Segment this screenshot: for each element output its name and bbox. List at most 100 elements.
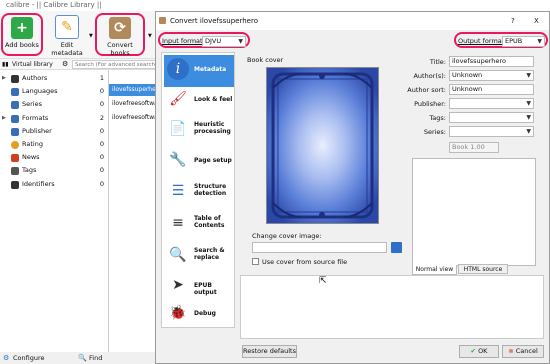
chevron-down-icon: ▼	[526, 100, 531, 107]
browse-cover-icon[interactable]	[391, 242, 402, 253]
brush-icon: 🖌	[169, 91, 187, 107]
input-format-value: DJVU	[205, 37, 222, 45]
chevron-down-icon: ▼	[526, 128, 531, 135]
add-books-button[interactable]: + Add books	[1, 13, 43, 56]
publisher-icon	[11, 128, 19, 136]
tag-item-news[interactable]: News 0	[0, 151, 108, 164]
tag-count: 0	[99, 127, 104, 135]
series-index-input[interactable]: Book 1.00	[449, 142, 499, 153]
convert-books-button[interactable]: ⟳ Convert books	[95, 13, 145, 57]
help-button[interactable]: ?	[511, 12, 515, 30]
tag-item-identifiers[interactable]: Identifiers 0	[0, 178, 108, 191]
use-cover-source-label: Use cover from source file	[262, 258, 348, 266]
edit-metadata-button[interactable]: ✎ Edit metadata	[46, 13, 88, 57]
edit-metadata-label: Edit metadata	[51, 41, 83, 57]
checkmark-icon: ✔	[470, 347, 476, 355]
authors-label: Author(s):	[413, 72, 446, 80]
nav-label: EPUB output	[194, 282, 217, 296]
search-options-icon[interactable]: ⚙	[62, 60, 68, 68]
tag-browser: ▶ Authors 1 Languages 0 Series 0 ▶ Forma…	[0, 70, 108, 352]
tab-html-source[interactable]: HTML source	[458, 264, 508, 274]
cancel-button[interactable]: ⊗ Cancel	[502, 345, 544, 358]
news-icon	[11, 154, 19, 162]
tag-item-authors[interactable]: ▶ Authors 1	[0, 72, 108, 85]
add-books-icon: +	[11, 17, 33, 39]
nav-item-heuristic[interactable]: 📄 Heuristic processing	[164, 115, 234, 147]
use-cover-source-checkbox[interactable]	[252, 258, 259, 265]
output-format-select[interactable]: EPUB ▼	[502, 36, 545, 47]
virtual-library-button[interactable]: Virtual library	[12, 61, 53, 68]
chevron-down-icon: ▼	[526, 72, 531, 79]
tag-count: 0	[99, 166, 104, 174]
tag-label: Identifiers	[22, 180, 55, 188]
tag-label: Series	[22, 100, 42, 108]
virtual-library-icon: ▮▮	[2, 61, 9, 68]
rating-icon	[11, 141, 19, 149]
tags-label: Tags:	[429, 114, 446, 122]
tag-count: 0	[99, 153, 104, 161]
series-label: Series:	[423, 128, 446, 136]
input-format-select[interactable]: DJVU ▼	[202, 36, 246, 47]
mouse-cursor-icon: ⇱	[319, 276, 327, 286]
title-label: Title:	[429, 58, 446, 66]
calibre-app-icon	[159, 17, 166, 24]
convert-dropdown-icon[interactable]: ▼	[148, 33, 152, 39]
configure-button[interactable]: Configure	[13, 352, 45, 364]
series-icon	[11, 101, 19, 109]
languages-icon	[11, 88, 19, 96]
nav-item-page-setup[interactable]: 🔧 Page setup	[164, 146, 234, 178]
series-select[interactable]: ▼	[449, 126, 534, 137]
nav-item-look-and-feel[interactable]: 🖌 Look & feel	[164, 85, 234, 117]
nav-label: Look & feel	[194, 96, 233, 103]
chevron-down-icon: ▼	[537, 38, 542, 45]
search-replace-icon: 🔍	[169, 247, 187, 263]
nav-item-toc[interactable]: ≡ Table of Contents	[164, 209, 234, 241]
book-row[interactable]: ilovefreesoftwa	[109, 112, 159, 124]
heuristic-icon: 📄	[169, 121, 187, 137]
tag-count: 0	[99, 180, 104, 188]
tag-item-languages[interactable]: Languages 0	[0, 85, 108, 98]
cancel-label: Cancel	[515, 347, 538, 355]
book-list: ilovefssuperhe ilovefreesoftwa ilovefree…	[108, 70, 159, 352]
nav-item-metadata[interactable]: i Metadata	[164, 55, 234, 87]
comments-editor[interactable]	[412, 158, 536, 266]
tag-item-publisher[interactable]: Publisher 0	[0, 125, 108, 138]
tag-item-tags[interactable]: Tags 0	[0, 164, 108, 177]
conversion-nav: i Metadata 🖌 Look & feel 📄 Heuristic pro…	[161, 52, 235, 328]
nav-item-search-replace[interactable]: 🔍 Search & replace	[164, 241, 234, 273]
tags-select[interactable]: ▼	[449, 112, 534, 123]
expand-arrow-icon[interactable]: ▶	[2, 72, 6, 85]
epub-output-icon: ➤	[172, 277, 184, 293]
tab-normal-view[interactable]: Normal view	[412, 265, 457, 275]
book-row[interactable]: ilovefreesoftwa	[109, 98, 159, 110]
tag-count: 2	[99, 114, 104, 122]
nav-item-debug[interactable]: 🐞 Debug	[164, 299, 234, 331]
nav-item-structure[interactable]: ☰ Structure detection	[164, 177, 234, 209]
edit-metadata-dropdown-icon[interactable]: ▼	[89, 33, 93, 39]
nav-label: Debug	[194, 310, 216, 317]
ok-button[interactable]: ✔ OK	[459, 345, 499, 358]
publisher-select[interactable]: ▼	[449, 98, 534, 109]
tag-item-rating[interactable]: Rating 0	[0, 138, 108, 151]
dialog-title-bar: Convert ilovefssuperhero ? X	[156, 12, 549, 30]
expand-arrow-icon[interactable]: ▶	[2, 112, 6, 125]
search-input[interactable]: Search (For advanced search...	[72, 60, 156, 69]
convert-books-label: Convert books	[107, 41, 133, 57]
tag-item-series[interactable]: Series 0	[0, 98, 108, 111]
cover-path-input[interactable]	[252, 242, 387, 253]
convert-dialog: Convert ilovefssuperhero ? X Input forma…	[155, 11, 550, 364]
author-sort-label: Author sort:	[407, 86, 446, 94]
authors-select[interactable]: Unknown ▼	[449, 70, 534, 81]
tag-count: 0	[99, 140, 104, 148]
restore-defaults-button[interactable]: Restore defaults	[242, 345, 297, 358]
author-sort-input[interactable]: Unknown	[449, 84, 534, 95]
publisher-label: Publisher:	[414, 100, 446, 108]
close-button[interactable]: X	[534, 12, 539, 30]
book-row[interactable]: ilovefssuperhe	[109, 84, 159, 96]
authors-icon	[11, 75, 19, 83]
tag-label: Rating	[22, 140, 43, 148]
tag-item-formats[interactable]: ▶ Formats 2	[0, 112, 108, 125]
find-button[interactable]: Find	[89, 352, 102, 364]
formats-icon	[11, 115, 19, 123]
title-input[interactable]: ilovefssuperhero	[449, 56, 534, 67]
